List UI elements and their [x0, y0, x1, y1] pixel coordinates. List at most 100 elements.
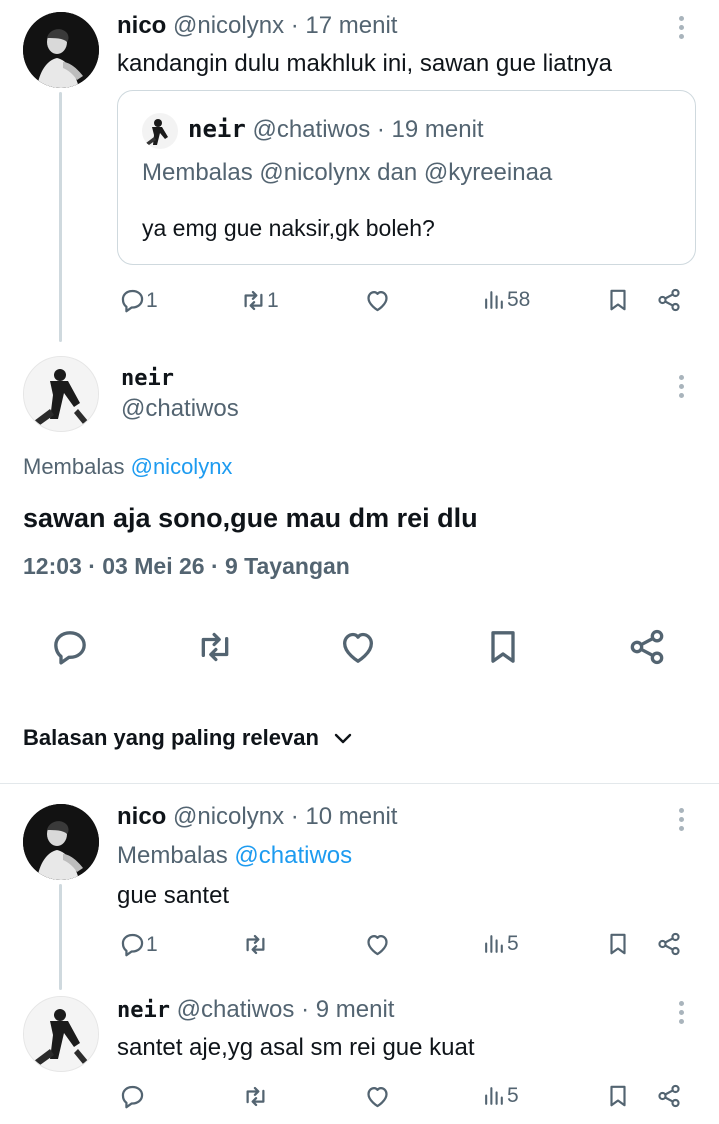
- bookmark-button[interactable]: [605, 287, 631, 313]
- views-icon: [482, 931, 507, 956]
- quote-header: neir @chatiwos · 19 menit: [188, 115, 484, 144]
- reply-icon: [119, 1083, 146, 1110]
- tweet-meta: 12:03 · 03 Mei 26 · 9 Tayangan: [23, 553, 350, 579]
- reply-button[interactable]: 1: [119, 931, 158, 958]
- more-icon[interactable]: [679, 808, 685, 835]
- like-icon: [338, 627, 378, 667]
- reply-to-link[interactable]: @chatiwos: [234, 842, 352, 869]
- author-name[interactable]: neir: [121, 366, 174, 391]
- reply-icon: [119, 287, 146, 314]
- chevron-down-icon: [334, 733, 352, 744]
- bookmark-button[interactable]: [605, 931, 631, 957]
- quote-reply-context: Membalas @nicolynx dan @kyreeinaa: [142, 159, 552, 187]
- divider: [0, 783, 719, 784]
- repost-button[interactable]: [242, 1083, 269, 1110]
- more-icon[interactable]: [679, 375, 685, 402]
- tweet-time[interactable]: · 9 menit: [301, 996, 394, 1023]
- avatar-image: [23, 12, 99, 88]
- sort-replies-dropdown[interactable]: Balasan yang paling relevan: [23, 725, 355, 751]
- author-name[interactable]: neir: [117, 998, 170, 1023]
- author-handle[interactable]: @chatiwos: [177, 996, 295, 1023]
- tweet-text: sawan aja sono,gue mau dm rei dlu: [23, 503, 478, 533]
- avatar-nico[interactable]: [23, 12, 99, 88]
- reply-button[interactable]: [119, 1083, 146, 1110]
- author-handle[interactable]: @nicolynx: [173, 12, 284, 39]
- like-icon: [364, 1083, 391, 1110]
- repost-button[interactable]: [242, 931, 269, 958]
- reply-icon: [119, 931, 146, 958]
- views-button[interactable]: 5: [482, 931, 519, 956]
- avatar-neir[interactable]: [23, 996, 99, 1072]
- quote-text: ya emg gue naksir,gk boleh?: [142, 215, 435, 241]
- reply-count: 1: [146, 932, 158, 956]
- author-name[interactable]: nico: [117, 12, 166, 39]
- bookmark-icon: [483, 627, 523, 667]
- thread-line: [59, 92, 62, 342]
- share-button[interactable]: [656, 931, 682, 957]
- reply-context: Membalas @chatiwos: [117, 842, 352, 870]
- bookmark-icon: [605, 1083, 631, 1109]
- share-button[interactable]: [627, 627, 667, 667]
- like-icon: [364, 931, 391, 958]
- reply-icon: [50, 627, 90, 667]
- reply-to-link[interactable]: @nicolynx: [131, 454, 233, 479]
- repost-button[interactable]: [195, 627, 235, 667]
- repost-count: 1: [267, 288, 279, 312]
- avatar-nico[interactable]: [23, 804, 99, 880]
- tweet-text: kandangin dulu makhluk ini, sawan gue li…: [117, 50, 612, 77]
- author-handle[interactable]: @nicolynx: [173, 803, 284, 830]
- quoted-tweet[interactable]: neir @chatiwos · 19 menit Membalas @nico…: [117, 90, 696, 265]
- share-button[interactable]: [656, 1083, 682, 1109]
- quote-time: · 19 menit: [376, 116, 484, 143]
- reply2-header: neir @chatiwos · 9 menit: [117, 996, 394, 1024]
- like-button[interactable]: [364, 1083, 391, 1110]
- quote-avatar: [142, 113, 178, 149]
- like-button[interactable]: [364, 931, 391, 958]
- avatar-image: [146, 119, 168, 145]
- tweet-time[interactable]: · 10 menit: [291, 803, 398, 830]
- bookmark-button[interactable]: [483, 627, 523, 667]
- bookmark-icon: [605, 931, 631, 957]
- author-name[interactable]: nico: [117, 803, 166, 830]
- avatar-neir[interactable]: [23, 356, 99, 432]
- reply-prefix: Membalas: [23, 454, 125, 479]
- sort-label: Balasan yang paling relevan: [23, 725, 319, 750]
- views-count: 58: [507, 287, 531, 311]
- share-button[interactable]: [656, 287, 682, 313]
- reply-prefix: Membalas: [142, 159, 253, 186]
- views-button[interactable]: 58: [482, 287, 530, 312]
- quote-author-name: neir: [188, 115, 246, 143]
- views-icon: [482, 1083, 507, 1108]
- repost-icon: [242, 931, 269, 958]
- views-button[interactable]: 5: [482, 1083, 519, 1108]
- reply-button[interactable]: 1: [119, 287, 158, 314]
- reply-prefix: Membalas: [117, 842, 228, 869]
- tweet-time[interactable]: · 17 menit: [291, 12, 398, 39]
- reply-button[interactable]: [50, 627, 90, 667]
- more-icon[interactable]: [679, 16, 685, 43]
- repost-icon: [195, 627, 235, 667]
- reply1-header: nico @nicolynx · 10 menit: [117, 803, 397, 831]
- share-icon: [627, 627, 667, 667]
- more-icon[interactable]: [679, 1001, 685, 1028]
- bookmark-button[interactable]: [605, 1083, 631, 1109]
- views-count: 5: [507, 1083, 519, 1107]
- avatar-image: [24, 357, 98, 431]
- tweet-text: gue santet: [117, 882, 230, 909]
- like-button[interactable]: [338, 627, 378, 667]
- views-count: 5: [507, 931, 519, 955]
- share-icon: [656, 931, 682, 957]
- bookmark-icon: [605, 287, 631, 313]
- like-icon: [364, 287, 391, 314]
- author-handle[interactable]: @chatiwos: [121, 395, 239, 423]
- repost-icon: [242, 1083, 269, 1110]
- repost-icon: [240, 287, 267, 314]
- like-button[interactable]: [364, 287, 391, 314]
- quote-author-handle: @chatiwos: [252, 116, 371, 143]
- tweet-text: santet aje,yg asal sm rei gue kuat: [117, 1034, 475, 1061]
- share-icon: [656, 1083, 682, 1109]
- avatar-image: [24, 997, 98, 1071]
- views-icon: [482, 287, 507, 312]
- repost-button[interactable]: 1: [240, 287, 279, 314]
- reply-count: 1: [146, 288, 158, 312]
